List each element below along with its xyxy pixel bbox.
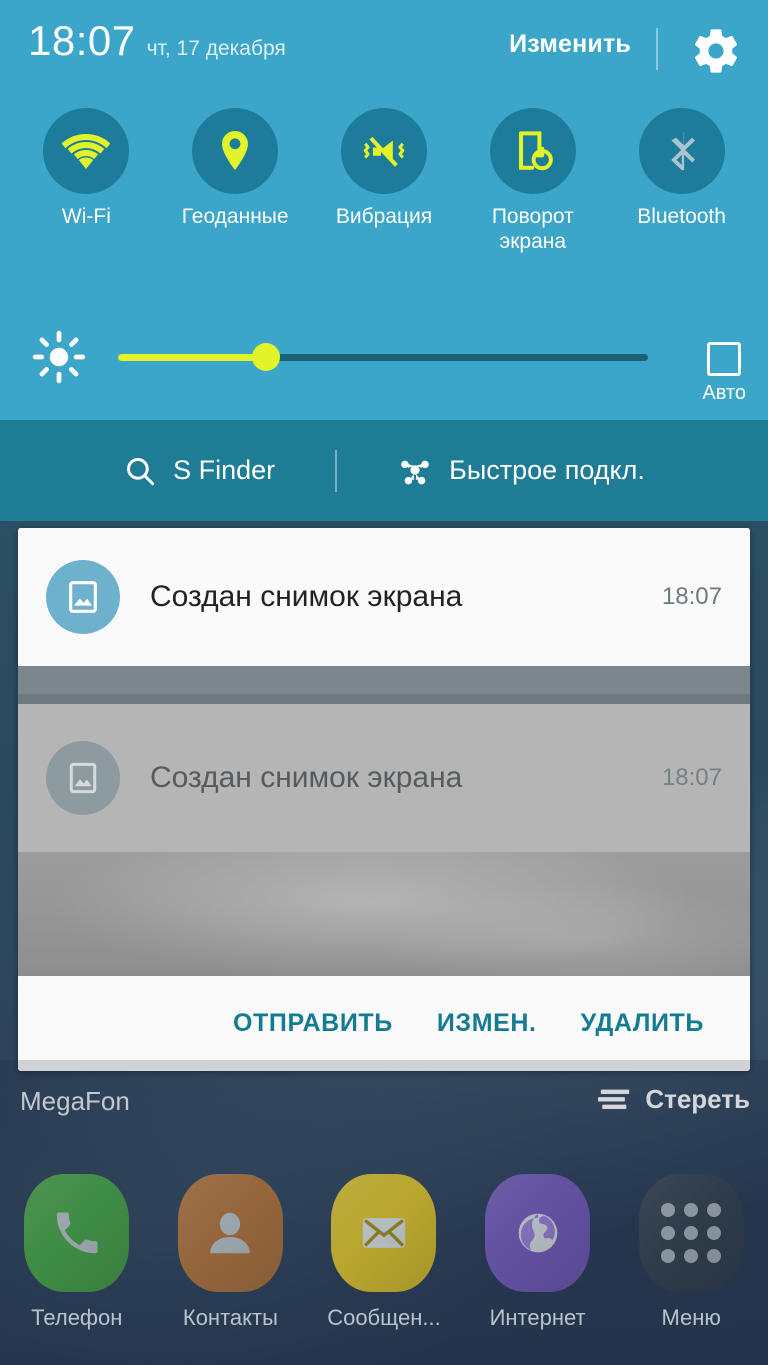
- vibrate-icon: [363, 136, 405, 167]
- toggle-bluetooth-circle: [638, 108, 725, 194]
- dock-label-internet: Интернет: [489, 1305, 586, 1330]
- auto-brightness-checkbox[interactable]: [707, 342, 742, 376]
- notification-preview-image[interactable]: Создан снимок экрана 18:07: [18, 666, 750, 976]
- preview-wallpaper: [18, 852, 750, 976]
- toggle-bluetooth[interactable]: Bluetooth: [612, 108, 752, 230]
- toggle-wifi-label: Wi-Fi: [61, 205, 111, 228]
- clear-all-label: Стереть: [645, 1084, 750, 1114]
- s-finder-button[interactable]: S Finder: [123, 454, 275, 488]
- toggle-location[interactable]: Геоданные: [165, 108, 305, 230]
- brightness-slider[interactable]: [118, 343, 648, 371]
- notification-title: Создан снимок экрана: [150, 580, 463, 613]
- auto-brightness-toggle[interactable]: Авто: [702, 342, 746, 405]
- dock-label-messages: Сообщен...: [327, 1305, 441, 1330]
- clear-all-button[interactable]: Стереть: [598, 1084, 750, 1115]
- search-bar-divider: [335, 449, 338, 492]
- search-icon: [127, 457, 155, 485]
- toggle-wifi-circle: [43, 108, 130, 194]
- notification-app-icon: [46, 560, 120, 634]
- quick-settings-panel: 18:07 чт, 17 декабря Изменить Wi-Fi Геод…: [0, 0, 768, 420]
- carrier-name: MegaFon: [20, 1086, 130, 1116]
- toggle-screen-rotation-circle: [489, 108, 576, 194]
- location-icon: [222, 131, 249, 170]
- messages-icon: [362, 1218, 406, 1248]
- s-finder-label: S Finder: [173, 455, 276, 485]
- dock-app-internet[interactable]: Интернет: [468, 1174, 608, 1331]
- dock-icon-phone: [24, 1174, 130, 1292]
- brightness-fill: [118, 354, 267, 361]
- notification-header[interactable]: Создан снимок экрана 18:07: [18, 528, 750, 666]
- preview-status-band: [18, 666, 750, 694]
- home-dock: Телефон Контакты Сообщен... Интернет Мен…: [0, 1150, 768, 1365]
- bluetooth-icon: [671, 131, 695, 171]
- header-divider: [656, 28, 658, 70]
- toggle-bluetooth-label: Bluetooth: [637, 205, 726, 228]
- clock-date: чт, 17 декабря: [146, 37, 286, 60]
- toggle-vibrate[interactable]: Вибрация: [314, 108, 454, 230]
- toggle-screen-rotation-label: Поворот экрана: [491, 205, 574, 253]
- edit-toggles-button[interactable]: Изменить: [509, 30, 631, 59]
- dock-label-menu: Меню: [661, 1305, 721, 1330]
- edit-button[interactable]: ИЗМЕН.: [437, 1009, 537, 1038]
- quick-connect-icon: [401, 460, 429, 484]
- image-icon: [69, 762, 97, 794]
- phone-screen: 18:07 чт, 17 декабря Изменить Wi-Fi Геод…: [0, 0, 768, 1365]
- dock-icon-menu: [638, 1174, 744, 1292]
- notification-card[interactable]: Создан снимок экрана 18:07 Создан снимок…: [18, 528, 750, 1071]
- brightness-sun-icon: [32, 330, 86, 384]
- delete-button[interactable]: УДАЛИТЬ: [581, 1009, 704, 1038]
- dock-app-contacts[interactable]: Контакты: [160, 1174, 300, 1331]
- dock-app-messages[interactable]: Сообщен...: [314, 1174, 454, 1331]
- notification-time: 18:07: [661, 583, 722, 610]
- clock-block: 18:07 чт, 17 декабря: [28, 20, 286, 62]
- contacts-icon: [210, 1212, 251, 1254]
- toggle-vibrate-label: Вибрация: [335, 205, 433, 228]
- apps-grid-icon: [661, 1203, 722, 1263]
- phone-icon: [56, 1212, 98, 1254]
- toggle-wifi[interactable]: Wi-Fi: [16, 108, 156, 230]
- preview-app-icon: [46, 741, 120, 815]
- globe-icon: [518, 1213, 557, 1253]
- quick-connect-button[interactable]: Быстрое подкл.: [397, 453, 645, 489]
- brightness-thumb[interactable]: [252, 343, 281, 371]
- preview-notification-title: Создан снимок экрана: [150, 761, 463, 794]
- settings-gear-icon[interactable]: [690, 25, 742, 77]
- preview-notification-card: Создан снимок экрана 18:07: [18, 704, 750, 852]
- wifi-icon: [62, 134, 111, 169]
- preview-status-band-2: [18, 694, 750, 704]
- brightness-row: Авто: [0, 320, 768, 420]
- clear-all-icon: [598, 1089, 630, 1109]
- dock-app-phone[interactable]: Телефон: [7, 1174, 147, 1331]
- toggle-location-label: Геоданные: [181, 205, 289, 228]
- dock-label-phone: Телефон: [31, 1305, 123, 1330]
- dock-icon-internet: [485, 1174, 591, 1292]
- clock-time: 18:07: [28, 17, 136, 64]
- image-icon: [69, 581, 97, 613]
- dock-app-menu[interactable]: Меню: [621, 1174, 761, 1331]
- share-button[interactable]: ОТПРАВИТЬ: [233, 1009, 393, 1038]
- dock-label-contacts: Контакты: [182, 1305, 278, 1330]
- notification-actions: ОТПРАВИТЬ ИЗМЕН. УДАЛИТЬ: [18, 976, 750, 1071]
- shade-header: 18:07 чт, 17 декабря Изменить: [0, 0, 768, 96]
- shade-search-bar: S Finder Быстрое подкл.: [0, 420, 768, 521]
- dock-icon-contacts: [177, 1174, 283, 1292]
- preview-notification-time: 18:07: [661, 764, 722, 791]
- toggle-vibrate-circle: [340, 108, 427, 194]
- toggle-location-circle: [192, 108, 279, 194]
- quick-toggle-row: Wi-Fi Геоданные Вибрация Поворот экрана …: [0, 108, 768, 254]
- quick-connect-label: Быстрое подкл.: [449, 455, 645, 485]
- carrier-row: MegaFon Стереть: [0, 1078, 768, 1130]
- screen-rotation-icon: [518, 131, 553, 171]
- auto-brightness-label: Авто: [702, 382, 746, 404]
- dock-icon-messages: [331, 1174, 437, 1292]
- toggle-screen-rotation[interactable]: Поворот экрана: [463, 108, 603, 254]
